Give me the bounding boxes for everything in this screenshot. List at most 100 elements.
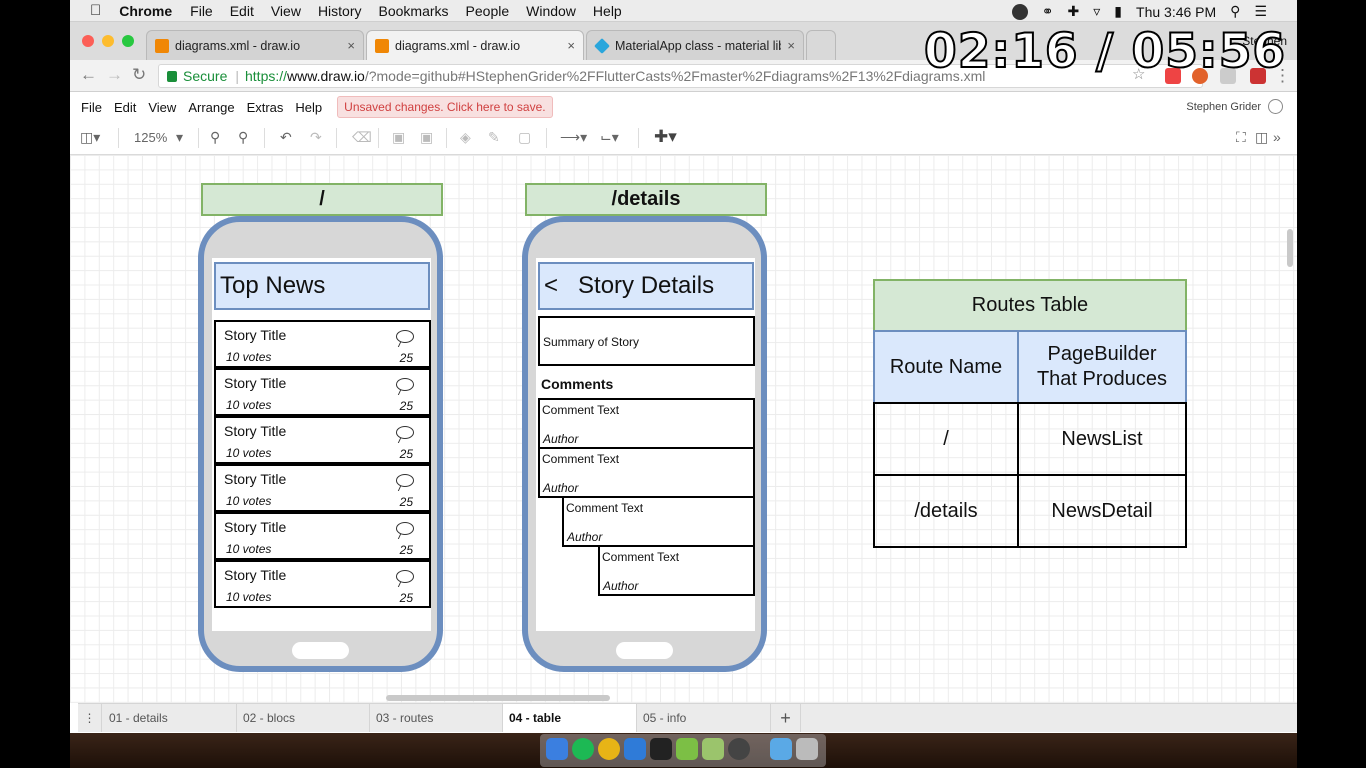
forward-icon[interactable]: → bbox=[106, 65, 123, 85]
app-bar-story-details[interactable]: < Story Details bbox=[538, 262, 754, 310]
phone-mockup-news-list[interactable]: Top News Story Title 10 votes 25 Story T… bbox=[198, 216, 443, 672]
reload-icon[interactable]: ↻ bbox=[132, 65, 146, 85]
android-studio-icon[interactable] bbox=[676, 738, 698, 760]
to-back-icon[interactable]: ▣ bbox=[420, 129, 433, 146]
menu-edit[interactable]: Edit bbox=[114, 100, 136, 115]
story-row[interactable]: Story Title 10 votes 25 bbox=[214, 512, 431, 560]
maximize-window-button[interactable] bbox=[122, 35, 134, 47]
battery-icon[interactable]: ▮ bbox=[1114, 3, 1122, 20]
connection-style-icon[interactable]: ⟶▾ bbox=[560, 129, 587, 146]
zoom-select[interactable]: 125% bbox=[134, 130, 167, 145]
phone-screen: < Story Details Summary of Story Comment… bbox=[536, 258, 755, 631]
horizontal-scrollbar[interactable] bbox=[386, 695, 610, 701]
tab-close-icon[interactable]: × bbox=[787, 38, 795, 53]
spotify-icon[interactable] bbox=[572, 738, 594, 760]
page-tab-table[interactable]: 04 - table bbox=[503, 704, 637, 732]
format-panel-icon[interactable]: ◫▾ bbox=[80, 129, 100, 146]
comment-box[interactable]: Comment Text Author bbox=[538, 398, 755, 449]
menubar-help[interactable]: Help bbox=[593, 3, 622, 19]
browser-tab-1[interactable]: diagrams.xml - draw.io × bbox=[146, 30, 364, 60]
menubar-history[interactable]: History bbox=[318, 3, 362, 19]
zoom-in-icon[interactable]: ⚲ bbox=[210, 129, 220, 146]
fullscreen-icon[interactable]: ⛶ bbox=[1236, 129, 1246, 146]
menubar-edit[interactable]: Edit bbox=[230, 3, 254, 19]
fill-color-icon[interactable]: ◈ bbox=[460, 129, 471, 146]
to-front-icon[interactable]: ▣ bbox=[392, 129, 405, 146]
user-menu[interactable]: Stephen Grider bbox=[1186, 101, 1261, 113]
undo-icon[interactable]: ↶ bbox=[280, 129, 292, 146]
page-tab-routes[interactable]: 03 - routes bbox=[370, 704, 503, 732]
collapse-icon[interactable]: » bbox=[1273, 129, 1281, 145]
wifi-icon[interactable]: ▿ bbox=[1093, 3, 1100, 20]
close-window-button[interactable] bbox=[82, 35, 94, 47]
app-bar-top-news[interactable]: Top News bbox=[214, 262, 430, 310]
vscode-icon[interactable] bbox=[624, 738, 646, 760]
terminal-icon[interactable] bbox=[650, 738, 672, 760]
story-row[interactable]: Story Title 10 votes 25 bbox=[214, 368, 431, 416]
minimize-window-button[interactable] bbox=[102, 35, 114, 47]
menu-file[interactable]: File bbox=[81, 100, 102, 115]
browser-tab-2[interactable]: diagrams.xml - draw.io × bbox=[366, 30, 584, 60]
finder-icon[interactable] bbox=[546, 738, 568, 760]
add-page-icon[interactable]: + bbox=[771, 704, 801, 732]
story-row[interactable]: Story Title 10 votes 25 bbox=[214, 416, 431, 464]
zoom-dropdown-icon[interactable]: ▾ bbox=[176, 129, 183, 146]
menu-help[interactable]: Help bbox=[295, 100, 322, 115]
story-row[interactable]: Story Title 10 votes 25 bbox=[214, 560, 431, 608]
vertical-scrollbar[interactable] bbox=[1287, 229, 1293, 267]
glasses-icon[interactable]: ⚭ bbox=[1042, 3, 1054, 20]
tab-close-icon[interactable]: × bbox=[347, 38, 355, 53]
page-tab-blocs[interactable]: 02 - blocs bbox=[237, 704, 370, 732]
story-summary[interactable]: Summary of Story bbox=[538, 316, 755, 366]
menubar-view[interactable]: View bbox=[271, 3, 301, 19]
story-row[interactable]: Story Title 10 votes 25 bbox=[214, 464, 431, 512]
obs-icon[interactable] bbox=[728, 738, 750, 760]
route-header-details[interactable]: /details bbox=[525, 183, 767, 216]
chrome-icon[interactable] bbox=[598, 738, 620, 760]
story-row[interactable]: Story Title 10 votes 25 bbox=[214, 320, 431, 368]
comment-box-nested[interactable]: Comment Text Author bbox=[562, 496, 755, 547]
menubar-clock[interactable]: Thu 3:46 PM bbox=[1136, 4, 1216, 20]
menu-view[interactable]: View bbox=[148, 100, 176, 115]
shadow-icon[interactable]: ▢ bbox=[518, 129, 531, 146]
new-tab-button[interactable] bbox=[806, 30, 836, 60]
status-icon[interactable] bbox=[1011, 3, 1028, 20]
route-header-root[interactable]: / bbox=[201, 183, 443, 216]
dock-shelf bbox=[540, 734, 826, 767]
menubar-app-name[interactable]: Chrome bbox=[119, 3, 172, 19]
page-tab-details[interactable]: 01 - details bbox=[103, 704, 237, 732]
menubar-window[interactable]: Window bbox=[526, 3, 576, 19]
menubar-people[interactable]: People bbox=[466, 3, 510, 19]
line-color-icon[interactable]: ✎ bbox=[488, 129, 500, 146]
diagram-canvas[interactable]: / Top News Story Title 10 votes 25 Story… bbox=[70, 155, 1297, 703]
language-globe-icon[interactable] bbox=[1268, 99, 1283, 114]
menubar-file[interactable]: File bbox=[190, 3, 213, 19]
delete-icon[interactable]: ⌫ bbox=[352, 129, 372, 146]
zoom-out-icon[interactable]: ⚲ bbox=[238, 129, 248, 146]
browser-tab-3[interactable]: MaterialApp class - material lib × bbox=[586, 30, 804, 60]
tab-close-icon[interactable]: × bbox=[567, 38, 575, 53]
back-icon[interactable]: ← bbox=[80, 65, 97, 85]
routes-table[interactable]: Routes Table Route Name PageBuilder That… bbox=[873, 279, 1187, 548]
menu-extras[interactable]: Extras bbox=[247, 100, 284, 115]
page-tab-info[interactable]: 05 - info bbox=[637, 704, 771, 732]
comment-box[interactable]: Comment Text Author bbox=[538, 447, 755, 498]
comment-box-nested[interactable]: Comment Text Author bbox=[598, 545, 755, 596]
pages-menu-icon[interactable]: ⋮ bbox=[78, 704, 102, 732]
apple-icon[interactable]:  bbox=[90, 2, 101, 19]
folder-icon[interactable] bbox=[770, 738, 792, 760]
menubar-bookmarks[interactable]: Bookmarks bbox=[379, 3, 449, 19]
spotlight-icon[interactable]: ⚲ bbox=[1230, 3, 1240, 20]
unsaved-changes-button[interactable]: Unsaved changes. Click here to save. bbox=[337, 96, 553, 118]
menu-arrange[interactable]: Arrange bbox=[188, 100, 234, 115]
waypoints-icon[interactable]: ⌙▾ bbox=[600, 129, 619, 146]
plus-status-icon[interactable]: ✚ bbox=[1068, 3, 1080, 20]
insert-plus-icon[interactable]: ✚▾ bbox=[654, 127, 677, 147]
app-icon[interactable] bbox=[702, 738, 724, 760]
lock-icon bbox=[167, 70, 177, 82]
trash-icon[interactable] bbox=[796, 738, 818, 760]
panel-toggle-icon[interactable]: ◫ bbox=[1255, 129, 1268, 146]
phone-mockup-story-details[interactable]: < Story Details Summary of Story Comment… bbox=[522, 216, 767, 672]
notification-icon[interactable]: ☰ bbox=[1254, 3, 1267, 20]
redo-icon[interactable]: ↷ bbox=[310, 129, 322, 146]
